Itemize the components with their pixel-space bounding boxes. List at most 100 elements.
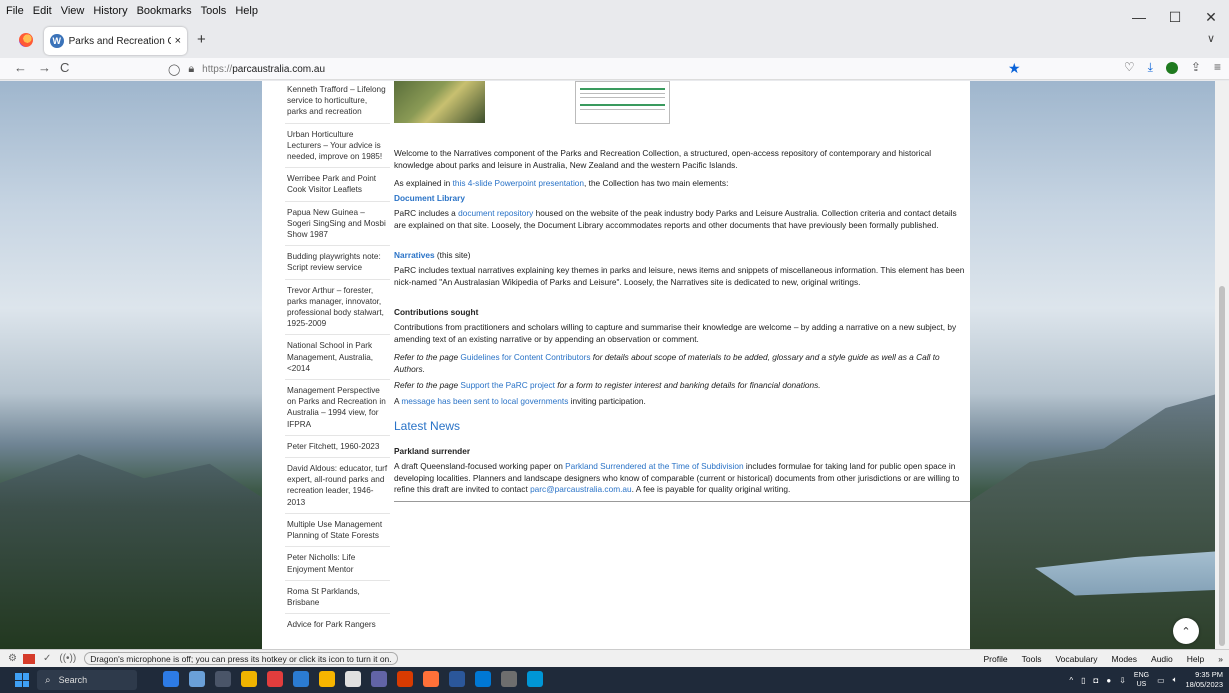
list-all-tabs-icon[interactable]: ∨: [1207, 32, 1215, 45]
close-tab-icon[interactable]: ×: [175, 35, 181, 47]
narratives-link[interactable]: Narratives: [394, 250, 435, 260]
sidebar-item[interactable]: Roma St Parklands, Brisbane: [285, 581, 390, 615]
sidebar-link[interactable]: Advice for Park Rangers: [287, 620, 376, 629]
sidebar-link[interactable]: National School in Park Management, Aust…: [287, 341, 373, 372]
app-menu-icon[interactable]: ≡: [1214, 60, 1221, 75]
taskbar-app-icon[interactable]: [319, 671, 335, 687]
dragon-menu-audio[interactable]: Audio: [1151, 654, 1173, 664]
extension-icon[interactable]: [1165, 62, 1178, 74]
parkland-surrendered-link[interactable]: Parkland Surrendered at the Time of Subd…: [565, 461, 743, 471]
email-link[interactable]: parc@parcaustralia.com.au: [530, 484, 632, 494]
lock-icon[interactable]: 🔒︎: [188, 63, 194, 76]
firefox-view-icon[interactable]: [19, 33, 33, 47]
sidebar-item[interactable]: Management Perspective on Parks and Recr…: [285, 380, 390, 436]
presentation-link[interactable]: this 4-slide Powerpoint presentation: [453, 178, 584, 188]
taskbar-search[interactable]: ⌕ Search: [37, 670, 137, 690]
sidebar-item[interactable]: David Aldous: educator, turf expert, all…: [285, 458, 390, 514]
dragon-menu-vocabulary[interactable]: Vocabulary: [1055, 654, 1097, 664]
message-link[interactable]: message has been sent to local governmen…: [401, 396, 568, 406]
sidebar-link[interactable]: Urban Horticulture Lecturers – Your advi…: [287, 130, 382, 161]
document-library-link[interactable]: Document Library: [394, 193, 465, 203]
pocket-icon[interactable]: ♡: [1124, 60, 1135, 75]
taskbar-app-icon[interactable]: [293, 671, 309, 687]
tray-app-icon[interactable]: ◘: [1094, 676, 1099, 685]
shield-icon[interactable]: ◯: [168, 63, 180, 76]
address-bar[interactable]: ◯ 🔒︎ https:// parcaustralia.com.au: [168, 59, 325, 79]
dragon-expand-icon[interactable]: »: [1218, 654, 1223, 664]
sidebar-item[interactable]: Werribee Park and Point Cook Visitor Lea…: [285, 168, 390, 202]
sidebar-item[interactable]: Kenneth Trafford – Lifelong service to h…: [285, 81, 390, 124]
sidebar-item[interactable]: Trevor Arthur – forester, parks manager,…: [285, 280, 390, 336]
support-link[interactable]: Support the PaRC project: [460, 380, 555, 390]
back-button[interactable]: ←: [14, 60, 27, 75]
sidebar-link[interactable]: Peter Fitchett, 1960-2023: [287, 442, 379, 451]
language-indicator[interactable]: ENG US: [1134, 671, 1149, 689]
sidebar-link[interactable]: Peter Nicholls: Life Enjoyment Mentor: [287, 553, 355, 573]
document-repository-link[interactable]: document repository: [458, 208, 533, 218]
reload-button[interactable]: C: [60, 60, 69, 75]
taskbar-app-icon[interactable]: [189, 671, 205, 687]
taskbar-app-icon[interactable]: [501, 671, 517, 687]
sidebar-link[interactable]: Papua New Guinea – Sogeri SingSing and M…: [287, 208, 386, 239]
taskbar-app-icon[interactable]: [475, 671, 491, 687]
microphone-icon[interactable]: ✓: [43, 653, 51, 664]
scroll-to-top-button[interactable]: ⌃: [1173, 618, 1199, 644]
menu-edit[interactable]: Edit: [33, 5, 52, 17]
sidebar-link[interactable]: Management Perspective on Parks and Recr…: [287, 386, 386, 429]
windows-start-icon[interactable]: [15, 673, 29, 687]
downloads-icon[interactable]: ⤓: [1148, 60, 1153, 75]
taskbar-app-icon[interactable]: [423, 671, 439, 687]
taskbar-app-icon[interactable]: [371, 671, 387, 687]
menu-view[interactable]: View: [61, 5, 85, 17]
clock[interactable]: 9:35 PM 18/05/2023: [1185, 670, 1223, 690]
tab-parks-recreation[interactable]: W Parks and Recreation Collection ×: [44, 27, 187, 55]
share-icon[interactable]: ⇪: [1191, 60, 1201, 75]
sidebar-item[interactable]: Budding playwrights note: Script review …: [285, 246, 390, 280]
tray-overflow-icon[interactable]: ^: [1069, 676, 1073, 685]
sidebar-item[interactable]: National School in Park Management, Aust…: [285, 335, 390, 381]
menu-bookmarks[interactable]: Bookmarks: [137, 5, 192, 17]
sidebar-link[interactable]: Werribee Park and Point Cook Visitor Lea…: [287, 174, 376, 194]
dragon-menu-help[interactable]: Help: [1187, 654, 1204, 664]
bookmark-star-icon[interactable]: ★: [1008, 60, 1021, 77]
taskbar-app-icon[interactable]: [449, 671, 465, 687]
new-tab-button[interactable]: +: [197, 31, 206, 48]
dragon-menu-profile[interactable]: Profile: [984, 654, 1008, 664]
tray-app-icon[interactable]: ●: [1106, 676, 1111, 685]
menu-history[interactable]: History: [93, 5, 127, 17]
vertical-scrollbar[interactable]: [1215, 81, 1229, 649]
sidebar-item[interactable]: Urban Horticulture Lecturers – Your advi…: [285, 124, 390, 169]
menu-file[interactable]: File: [6, 5, 24, 17]
volume-icon[interactable]: 🔈︎: [1173, 675, 1178, 685]
forward-button[interactable]: →: [38, 60, 51, 75]
taskbar-app-icon[interactable]: [345, 671, 361, 687]
taskbar-app-icon[interactable]: [215, 671, 231, 687]
dragon-menu-tools[interactable]: Tools: [1022, 654, 1042, 664]
sidebar-link[interactable]: David Aldous: educator, turf expert, all…: [287, 464, 387, 507]
sidebar-item[interactable]: Peter Fitchett, 1960-2023: [285, 436, 390, 459]
taskbar-app-icon[interactable]: [527, 671, 543, 687]
sidebar-item[interactable]: Advice for Park Rangers: [285, 614, 390, 635]
taskbar-app-icon[interactable]: [163, 671, 179, 687]
sidebar-item[interactable]: Peter Nicholls: Life Enjoyment Mentor: [285, 547, 390, 581]
sidebar-item[interactable]: Multiple Use Management Planning of Stat…: [285, 514, 390, 548]
guidelines-link[interactable]: Guidelines for Content Contributors: [460, 352, 590, 362]
dragon-settings-icon[interactable]: ⚙: [8, 653, 17, 664]
taskbar-app-icon[interactable]: [267, 671, 283, 687]
menu-tools[interactable]: Tools: [201, 5, 227, 17]
sidebar-link[interactable]: Roma St Parklands, Brisbane: [287, 587, 360, 607]
dragon-menu-modes[interactable]: Modes: [1112, 654, 1138, 664]
taskbar-app-icon[interactable]: [241, 671, 257, 687]
sidebar-link[interactable]: Kenneth Trafford – Lifelong service to h…: [287, 85, 386, 116]
sidebar-link[interactable]: Multiple Use Management Planning of Stat…: [287, 520, 382, 540]
sidebar-item[interactable]: Papua New Guinea – Sogeri SingSing and M…: [285, 202, 390, 247]
network-icon[interactable]: ▭: [1157, 676, 1165, 685]
photo-thumbnail[interactable]: [394, 81, 485, 123]
dragon-logo-icon[interactable]: [22, 653, 35, 664]
tray-app-icon[interactable]: ▯: [1081, 676, 1085, 685]
tray-app-icon[interactable]: ⇩: [1119, 676, 1126, 685]
scrollbar-thumb[interactable]: [1219, 286, 1225, 646]
document-thumbnail[interactable]: [575, 81, 670, 124]
sidebar-link[interactable]: Budding playwrights note: Script review …: [287, 252, 381, 272]
sidebar-link[interactable]: Trevor Arthur – forester, parks manager,…: [287, 286, 384, 329]
